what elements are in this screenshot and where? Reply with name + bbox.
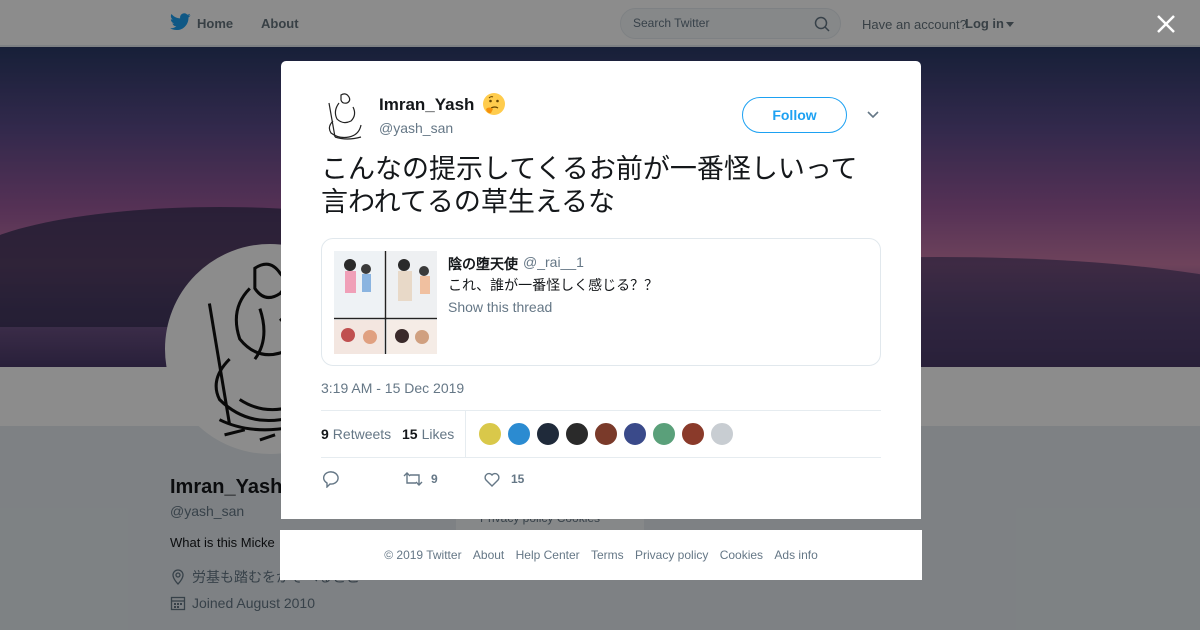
footer-link-terms[interactable]: Terms <box>591 548 624 562</box>
liker-avatar[interactable] <box>652 422 676 446</box>
footer-link-ads-info[interactable]: Ads info <box>774 548 817 562</box>
likes-count: 15 <box>402 426 418 442</box>
footer-link-privacy-policy[interactable]: Privacy policy <box>635 548 708 562</box>
liker-avatar[interactable] <box>478 422 502 446</box>
tweet-text: こんなの提示してくるお前が一番怪しいって 言われてるの草生えるな <box>321 153 891 219</box>
tweet-text-line: 言われてるの草生えるな <box>321 187 616 217</box>
footer-link-about[interactable]: About <box>473 548 504 562</box>
reply-icon[interactable] <box>323 470 341 488</box>
tweet-author-name[interactable]: Imran_Yash <box>379 95 474 115</box>
modal-footer: © 2019 Twitter About Help Center Terms P… <box>280 530 922 580</box>
like-action-count: 15 <box>511 472 525 486</box>
tweet-timestamp: 3:19 AM - 15 Dec 2019 <box>321 380 465 396</box>
thinking-face-icon <box>483 93 505 115</box>
close-icon[interactable] <box>1154 12 1178 36</box>
quoted-tweet-image[interactable] <box>334 251 437 354</box>
quoted-tweet[interactable]: 陰の堕天使 @_rai__1 これ、誰が一番怪しく感じる？？ Show this… <box>321 238 881 366</box>
likes-label: Likes <box>421 426 455 442</box>
liker-avatar[interactable] <box>565 422 589 446</box>
retweets-stat[interactable]: 9 Retweets <box>321 426 391 442</box>
retweet-action-count: 9 <box>431 472 438 486</box>
liker-avatar[interactable] <box>507 422 531 446</box>
author-avatar[interactable] <box>321 91 367 141</box>
quoted-author-handle: @_rai__1 <box>523 254 584 270</box>
heart-icon[interactable] <box>483 470 501 488</box>
tweet-text-line: こんなの提示してくるお前が一番怪しいって <box>321 154 858 184</box>
footer-links: © 2019 Twitter About Help Center Terms P… <box>280 548 922 562</box>
liker-avatar[interactable] <box>623 422 647 446</box>
divider <box>465 411 466 458</box>
liker-avatar[interactable] <box>594 422 618 446</box>
quoted-author-name: 陰の堕天使 <box>448 256 518 272</box>
quoted-tweet-text: これ、誰が一番怪しく感じる？？ <box>448 277 659 293</box>
liker-avatar[interactable] <box>710 422 734 446</box>
retweet-icon[interactable] <box>402 470 424 488</box>
chevron-down-icon[interactable] <box>865 109 881 121</box>
show-thread-link[interactable]: Show this thread <box>448 299 552 315</box>
retweets-count: 9 <box>321 426 329 442</box>
tweet-actions: 9 15 <box>321 468 881 492</box>
tweet-modal: Imran_Yash @yash_san Follow こんなの提示してくるお前… <box>281 61 921 519</box>
likes-stat[interactable]: 15 Likes <box>402 426 454 442</box>
tweet-author-handle[interactable]: @yash_san <box>379 120 453 136</box>
liker-avatar[interactable] <box>536 422 560 446</box>
footer-link-help-center[interactable]: Help Center <box>516 548 580 562</box>
retweets-label: Retweets <box>332 426 392 442</box>
follow-button[interactable]: Follow <box>742 97 847 133</box>
tweet-stats: 9 Retweets 15 Likes <box>321 410 881 458</box>
footer-copyright: © 2019 Twitter <box>384 548 462 562</box>
footer-link-cookies[interactable]: Cookies <box>720 548 763 562</box>
liker-avatar[interactable] <box>681 422 705 446</box>
